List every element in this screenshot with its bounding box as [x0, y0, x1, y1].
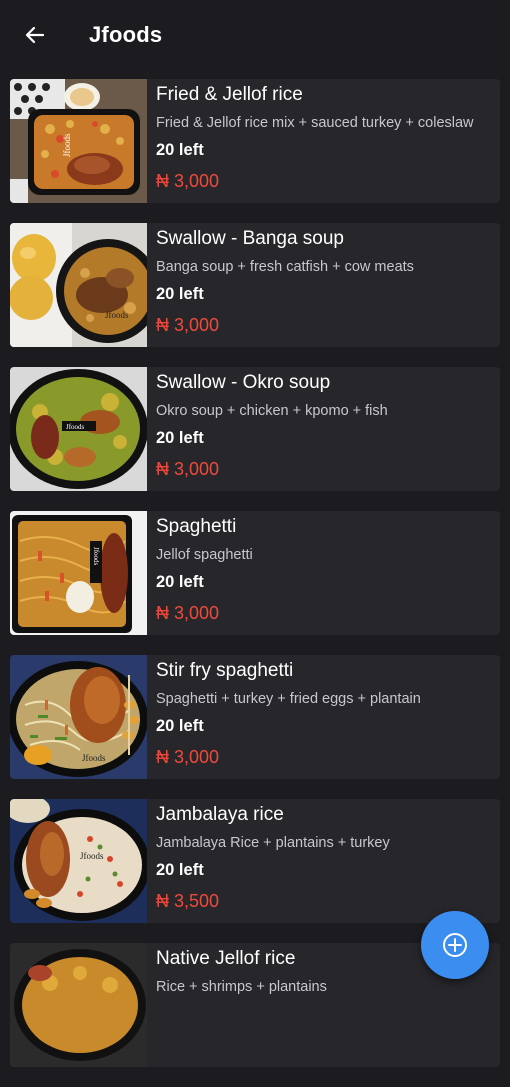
product-card[interactable]: Jfoods Swallow - Okro soup Okro soup + c… [10, 367, 500, 491]
stock-count: 20 left [156, 861, 204, 879]
product-card[interactable]: Jfoods Jambalaya rice Jambalaya Rice + p… [10, 799, 500, 923]
product-image: Jfoods [10, 799, 147, 923]
product-price: ₦ 3,000 [156, 747, 220, 767]
product-image: Jfoods [10, 655, 147, 779]
watermark: Jfoods [92, 547, 100, 566]
product-image: Jfoods [10, 511, 147, 635]
product-name: Swallow - Banga soup [156, 228, 344, 249]
product-price: ₦ 3,000 [156, 603, 220, 623]
product-image: Jfoods [10, 367, 147, 491]
stock-count: 20 left [156, 141, 204, 159]
arrow-left-icon [25, 26, 45, 44]
app-bar: Jfoods [0, 0, 510, 72]
product-description: Jambalaya Rice + plantains + turkey [156, 835, 390, 851]
product-price: ₦ 3,500 [156, 891, 220, 911]
back-button[interactable] [18, 20, 52, 50]
stock-count: 20 left [156, 573, 204, 591]
product-image [10, 943, 147, 1067]
product-price: ₦ 3,000 [156, 315, 220, 335]
product-description: Rice + shrimps + plantains [156, 979, 327, 995]
stock-count: 20 left [156, 717, 204, 735]
add-circle-icon [443, 933, 467, 957]
product-description: Jellof spaghetti [156, 547, 253, 563]
product-name: Jambalaya rice [156, 804, 284, 825]
watermark: Jfoods [66, 423, 85, 431]
product-price: ₦ 3,000 [156, 171, 220, 191]
product-price: ₦ 3,000 [156, 459, 220, 479]
product-description: Spaghetti + turkey + fried eggs + planta… [156, 691, 421, 707]
watermark: Jfoods [105, 310, 129, 320]
watermark: Jfoods [80, 851, 104, 861]
product-description: Banga soup + fresh catfish + cow meats [156, 259, 414, 275]
product-name: Spaghetti [156, 516, 237, 537]
product-card[interactable]: Jfoods Fried & Jellof rice Fried & Jello… [10, 79, 500, 203]
stock-count: 20 left [156, 429, 204, 447]
product-description: Fried & Jellof rice mix + sauced turkey … [156, 115, 474, 131]
product-name: Stir fry spaghetti [156, 660, 294, 681]
watermark: Jfoods [82, 753, 106, 763]
product-name: Fried & Jellof rice [156, 84, 303, 105]
page-title: Jfoods [89, 22, 163, 47]
add-item-button[interactable] [421, 911, 489, 979]
product-card[interactable]: Jfoods Stir fry spaghetti Spaghetti + tu… [10, 655, 500, 779]
product-card[interactable]: Jfoods Spaghetti Jellof spaghetti 20 lef… [10, 511, 500, 635]
stock-count: 20 left [156, 285, 204, 303]
product-card[interactable]: Jfoods Swallow - Banga soup Banga soup +… [10, 223, 500, 347]
product-description: Okro soup + chicken + kpomo + fish [156, 403, 388, 419]
product-name: Swallow - Okro soup [156, 372, 331, 393]
product-image: Jfoods [10, 223, 147, 347]
product-image: Jfoods [10, 79, 147, 203]
watermark: Jfoods [62, 133, 72, 157]
